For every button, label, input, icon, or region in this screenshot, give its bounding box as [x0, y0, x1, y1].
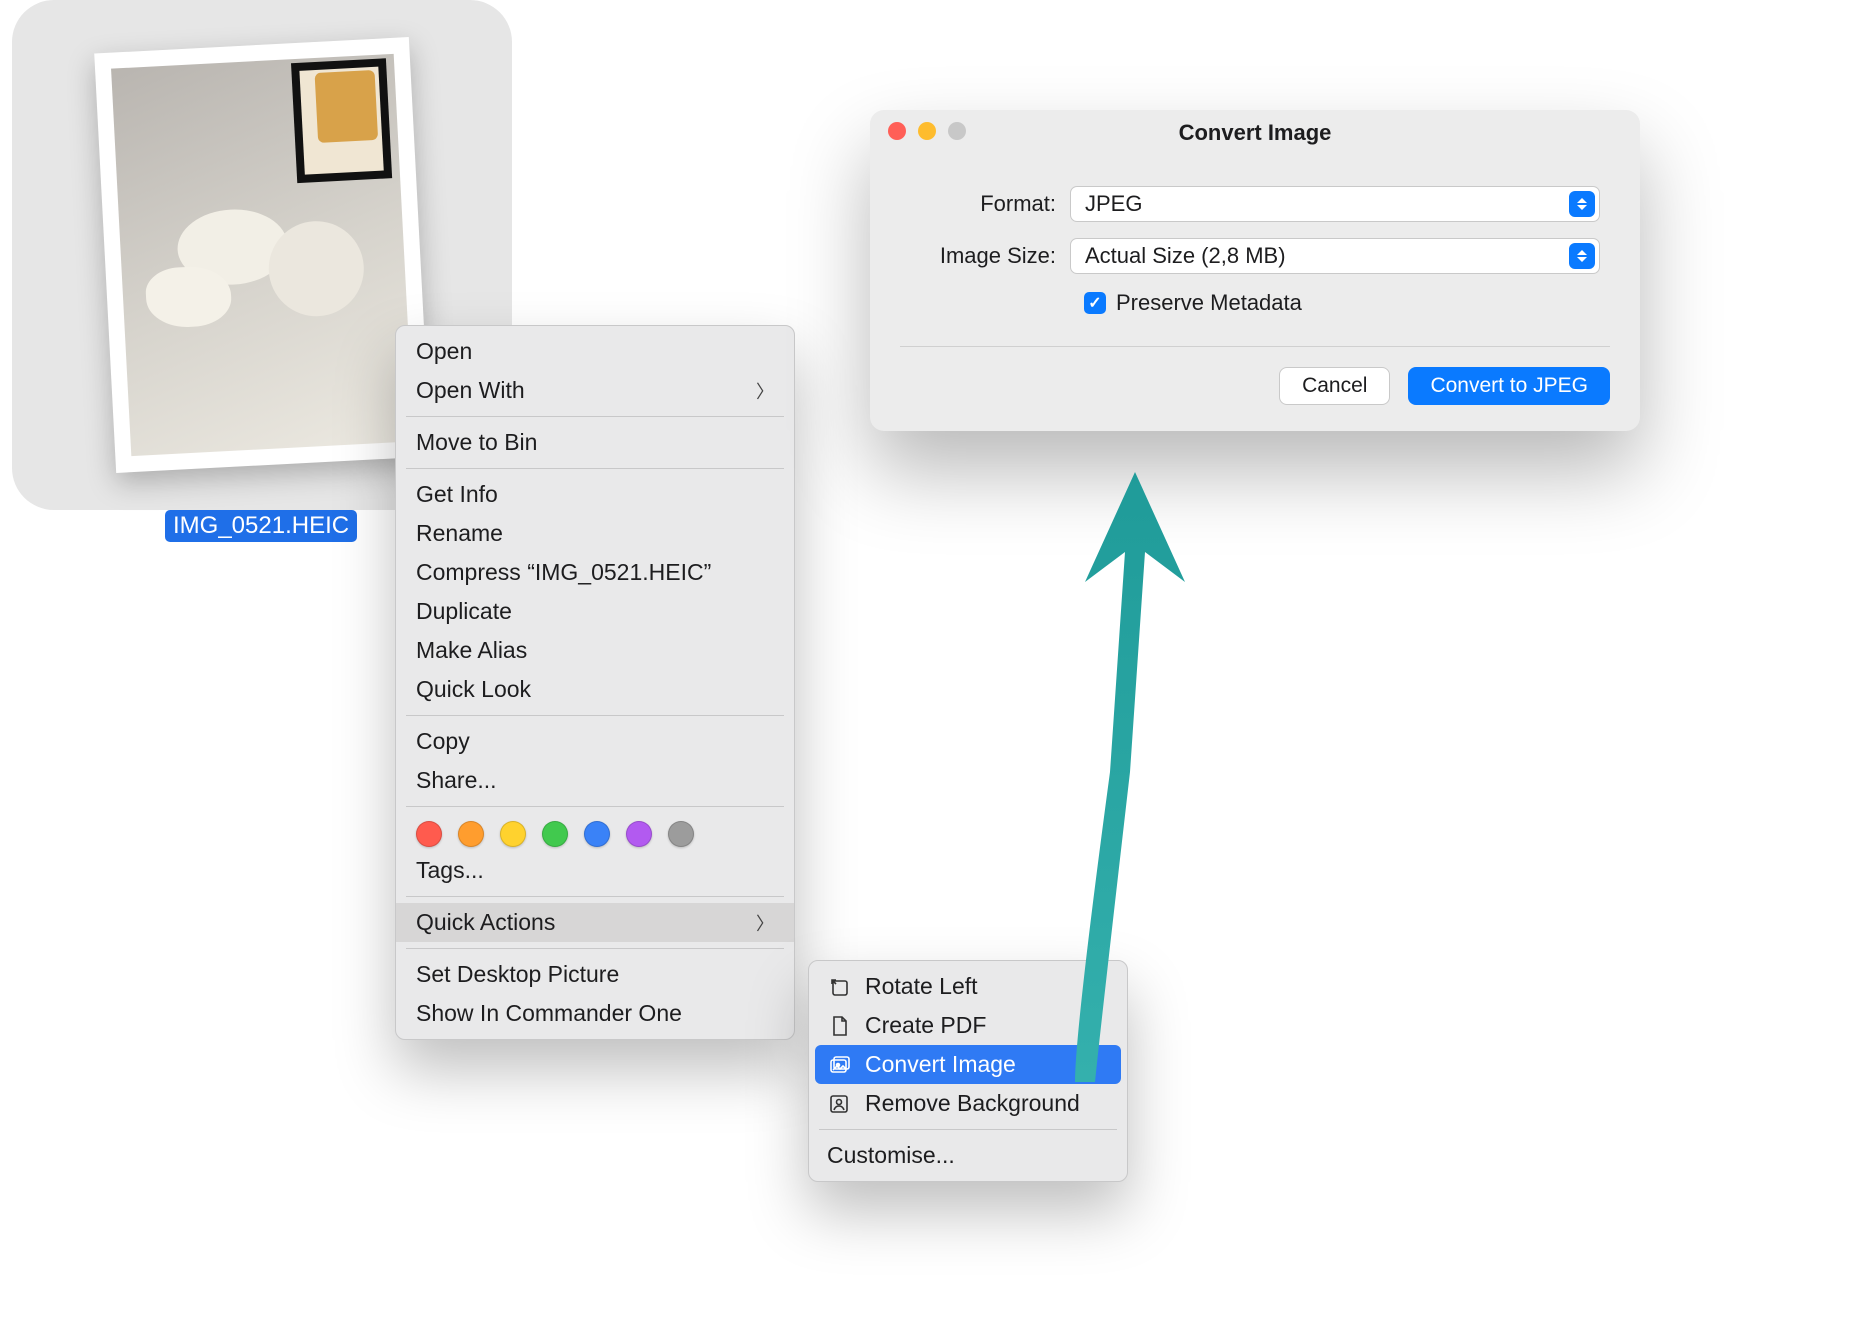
menu-label: Tags... — [416, 857, 484, 884]
tag-color-dot[interactable] — [668, 821, 694, 847]
image-size-value: Actual Size (2,8 MB) — [1085, 243, 1286, 269]
button-label: Cancel — [1302, 374, 1367, 398]
preserve-metadata-label: Preserve Metadata — [1116, 290, 1302, 316]
submenu-label: Rotate Left — [865, 973, 978, 1000]
format-label: Format: — [910, 191, 1070, 217]
menu-rename[interactable]: Rename — [396, 514, 794, 553]
menu-label: Open — [416, 338, 472, 365]
submenu-remove-background[interactable]: Remove Background — [809, 1084, 1127, 1123]
minimize-window-button[interactable] — [918, 122, 936, 140]
close-window-button[interactable] — [888, 122, 906, 140]
menu-duplicate[interactable]: Duplicate — [396, 592, 794, 631]
menu-label: Show In Commander One — [416, 1000, 682, 1027]
zoom-window-button — [948, 122, 966, 140]
submenu-label: Remove Background — [865, 1090, 1080, 1117]
menu-label: Make Alias — [416, 637, 527, 664]
menu-label: Move to Bin — [416, 429, 537, 456]
menu-separator — [406, 468, 784, 469]
menu-open-with[interactable]: Open With 〉 — [396, 371, 794, 410]
tag-color-dot[interactable] — [542, 821, 568, 847]
menu-set-desktop[interactable]: Set Desktop Picture — [396, 955, 794, 994]
remove-background-icon — [827, 1092, 851, 1116]
menu-share[interactable]: Share... — [396, 761, 794, 800]
chevron-right-icon: 〉 — [756, 910, 774, 936]
cancel-button[interactable]: Cancel — [1279, 367, 1390, 405]
menu-get-info[interactable]: Get Info — [396, 475, 794, 514]
menu-separator — [406, 806, 784, 807]
tag-color-dot[interactable] — [458, 821, 484, 847]
menu-show-commander[interactable]: Show In Commander One — [396, 994, 794, 1033]
document-icon — [827, 1014, 851, 1038]
menu-separator — [406, 896, 784, 897]
chevron-right-icon: 〉 — [756, 378, 774, 404]
submenu-create-pdf[interactable]: Create PDF — [809, 1006, 1127, 1045]
submenu-rotate-left[interactable]: Rotate Left — [809, 967, 1127, 1006]
button-label: Convert to JPEG — [1430, 374, 1588, 398]
menu-tags[interactable]: Tags... — [396, 851, 794, 890]
menu-quick-actions[interactable]: Quick Actions 〉 — [396, 903, 794, 942]
format-value: JPEG — [1085, 191, 1142, 217]
menu-label: Quick Actions — [416, 909, 555, 936]
menu-separator — [406, 416, 784, 417]
updown-icon — [1569, 243, 1595, 269]
menu-make-alias[interactable]: Make Alias — [396, 631, 794, 670]
menu-move-to-bin[interactable]: Move to Bin — [396, 423, 794, 462]
menu-label: Get Info — [416, 481, 498, 508]
file-name-label[interactable]: IMG_0521.HEIC — [165, 510, 357, 542]
menu-label: Duplicate — [416, 598, 512, 625]
menu-label: Set Desktop Picture — [416, 961, 619, 988]
menu-label: Open With — [416, 377, 525, 404]
tag-color-dot[interactable] — [626, 821, 652, 847]
photo-preview — [94, 37, 431, 473]
menu-label: Share... — [416, 767, 497, 794]
tag-color-row — [396, 813, 794, 851]
image-stack-icon — [827, 1053, 851, 1077]
submenu-customise[interactable]: Customise... — [809, 1136, 1127, 1175]
tag-color-dot[interactable] — [584, 821, 610, 847]
image-size-select[interactable]: Actual Size (2,8 MB) — [1070, 238, 1600, 274]
submenu-label: Customise... — [827, 1142, 955, 1169]
menu-label: Compress “IMG_0521.HEIC” — [416, 559, 711, 586]
dialog-title: Convert Image — [1179, 120, 1332, 145]
dialog-titlebar: Convert Image — [870, 110, 1640, 156]
menu-separator — [406, 715, 784, 716]
updown-icon — [1569, 191, 1595, 217]
submenu-label: Create PDF — [865, 1012, 986, 1039]
context-menu: Open Open With 〉 Move to Bin Get Info Re… — [395, 325, 795, 1040]
menu-separator — [819, 1129, 1117, 1130]
format-select[interactable]: JPEG — [1070, 186, 1600, 222]
submenu-convert-image[interactable]: Convert Image — [815, 1045, 1121, 1084]
convert-button[interactable]: Convert to JPEG — [1408, 367, 1610, 405]
image-size-label: Image Size: — [910, 243, 1070, 269]
preserve-metadata-checkbox[interactable]: ✓ — [1084, 292, 1106, 314]
tag-color-dot[interactable] — [500, 821, 526, 847]
menu-copy[interactable]: Copy — [396, 722, 794, 761]
menu-separator — [406, 948, 784, 949]
submenu-label: Convert Image — [865, 1051, 1016, 1078]
menu-label: Copy — [416, 728, 470, 755]
quick-actions-submenu: Rotate Left Create PDF Convert Image Rem… — [808, 960, 1128, 1182]
convert-image-dialog: Convert Image Format: JPEG Image Size: A… — [870, 110, 1640, 431]
menu-compress[interactable]: Compress “IMG_0521.HEIC” — [396, 553, 794, 592]
rotate-left-icon — [827, 975, 851, 999]
menu-quick-look[interactable]: Quick Look — [396, 670, 794, 709]
menu-label: Quick Look — [416, 676, 531, 703]
tag-color-dot[interactable] — [416, 821, 442, 847]
window-controls — [888, 122, 966, 140]
menu-label: Rename — [416, 520, 503, 547]
menu-open[interactable]: Open — [396, 332, 794, 371]
